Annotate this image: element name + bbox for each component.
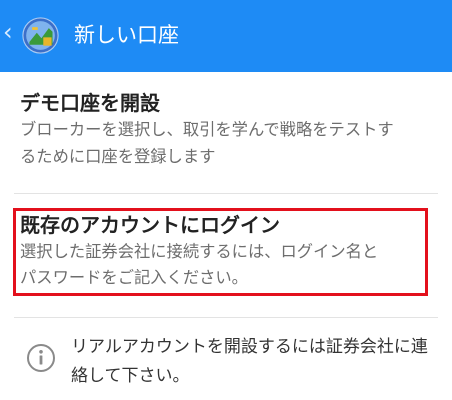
app-logo-icon[interactable] xyxy=(22,17,59,54)
page-title: 新しい口座 xyxy=(74,23,179,47)
info-text-line2: 絡して下さい。 xyxy=(71,366,190,386)
demo-account-desc-line1: ブローカーを選択し、取引を学んで戦略をテストす xyxy=(20,120,394,139)
info-text-line1: リアルアカウントを開設するには証券会社に連 xyxy=(71,337,428,357)
app-bar: ‹ 新しい口座 xyxy=(0,0,452,72)
divider xyxy=(14,193,438,194)
info-text: リアルアカウントを開設するには証券会社に連 絡して下さい。 xyxy=(71,333,428,391)
highlight-box xyxy=(13,208,428,296)
back-chevron-icon[interactable]: ‹ xyxy=(3,18,13,46)
divider xyxy=(14,317,438,318)
demo-account-title: デモ口座を開設 xyxy=(20,91,160,115)
open-demo-account-option[interactable]: デモ口座を開設 ブローカーを選択し、取引を学んで戦略をテストす るために口座を登… xyxy=(0,72,452,192)
info-icon xyxy=(27,344,55,372)
demo-account-desc-line2: るために口座を登録します xyxy=(20,147,216,166)
